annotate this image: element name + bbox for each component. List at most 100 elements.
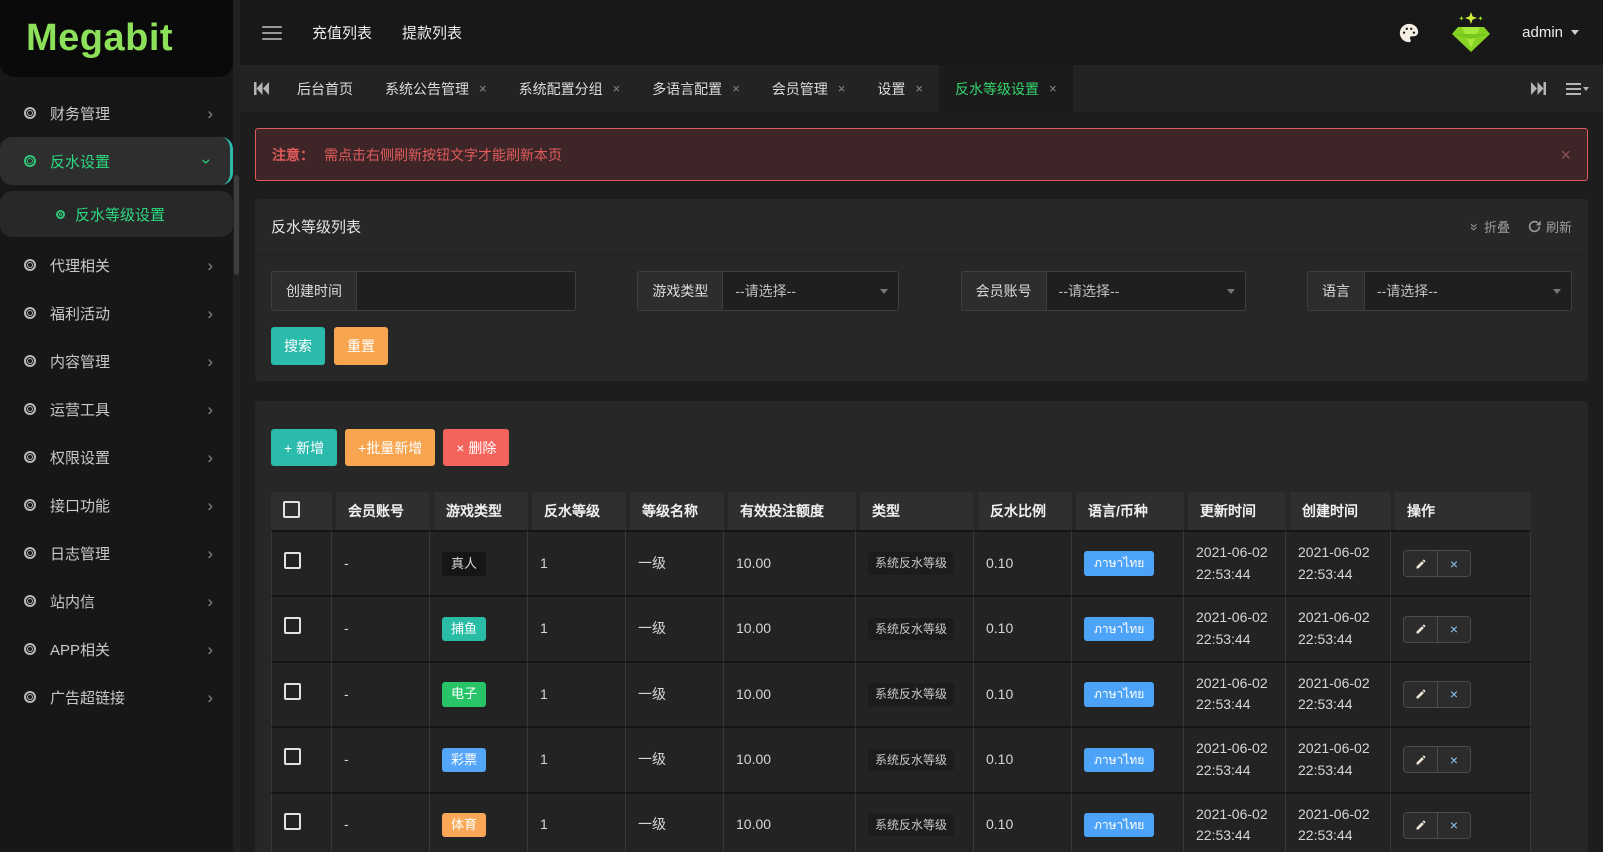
circle-icon [24, 643, 36, 655]
row-checkbox[interactable] [284, 747, 301, 765]
member-account-select[interactable]: --请选择-- [1046, 272, 1245, 310]
game-type-cell: 捕鱼 [430, 595, 528, 661]
tab-label: 系统公告管理 [385, 80, 469, 97]
sidebar-item[interactable]: 广告超链接 › [0, 673, 233, 721]
circle-icon [24, 259, 36, 271]
sidebar-item-label: 站内信 [50, 593, 96, 611]
game-type-group: 游戏类型 --请选择-- [637, 271, 900, 311]
row-checkbox[interactable] [284, 682, 301, 700]
sidebar-scrollbar[interactable] [233, 0, 240, 852]
collapse-icon: » [1467, 222, 1484, 231]
tab-close-icon[interactable]: × [915, 82, 923, 95]
row-checkbox[interactable] [284, 617, 301, 635]
edit-button[interactable] [1404, 681, 1437, 707]
game-type-select[interactable]: --请选择-- [723, 272, 899, 310]
skip-back-icon[interactable] [254, 82, 269, 95]
main-column: 充值列表 提款列表 admin 后台首页 系统公告管理 × 系统配置分组 × 多… [240, 0, 1603, 852]
edit-button[interactable] [1404, 812, 1437, 838]
sidebar-item-active[interactable]: 反水设置 › [0, 137, 233, 185]
created-time-input[interactable] [369, 282, 563, 300]
sidebar-subitem[interactable]: 反水等级设置 [0, 191, 233, 237]
refresh-button[interactable]: 刷新 [1528, 217, 1572, 236]
nav-link-recharge-list[interactable]: 充值列表 [312, 22, 372, 43]
tab-label: 多语言配置 [652, 80, 723, 97]
row-checkbox[interactable] [284, 813, 301, 831]
sidebar-item[interactable]: 代理相关 › [0, 241, 233, 289]
logo-text: Megabit [26, 17, 174, 59]
tab[interactable]: 多语言配置 × [636, 65, 756, 112]
edit-button[interactable] [1404, 616, 1437, 642]
select-all-checkbox[interactable] [283, 501, 300, 518]
reset-button[interactable]: 重置 [334, 327, 388, 365]
type-cell: 系统反水等级 [856, 726, 974, 792]
game-type-value: --请选择-- [735, 283, 796, 299]
sidebar-item-label: 财务管理 [50, 105, 111, 123]
sidebar-item[interactable]: 运营工具 › [0, 385, 233, 433]
type-cell: 系统反水等级 [856, 791, 974, 852]
rebate-ratio-cell: 0.10 [974, 660, 1072, 727]
logo[interactable]: Megabit [0, 0, 233, 77]
updated-at-cell: 2021-06-02 22:53:44 [1184, 791, 1286, 852]
sidebar-item[interactable]: 站内信 › [0, 577, 233, 625]
created-at-cell: 2021-06-02 22:53:44 [1286, 791, 1391, 852]
tab[interactable]: 系统公告管理 × [369, 65, 503, 112]
alert-close-icon[interactable]: × [1560, 146, 1571, 164]
scrollbar-thumb[interactable] [234, 175, 239, 275]
edit-button[interactable] [1404, 747, 1437, 773]
panel-title: 反水等级列表 [271, 219, 362, 236]
row-checkbox[interactable] [284, 551, 301, 569]
user-menu[interactable]: admin [1522, 24, 1579, 41]
sidebar-item[interactable]: 日志管理 › [0, 529, 233, 577]
row-delete-button[interactable]: × [1437, 681, 1470, 707]
pencil-icon [1416, 689, 1425, 699]
tab[interactable]: 设置 × [861, 65, 939, 112]
sidebar-item-label: 福利活动 [50, 305, 111, 323]
skip-forward-icon[interactable] [1531, 82, 1546, 95]
collapse-button[interactable]: » 折叠 [1467, 217, 1510, 236]
sidebar-item[interactable]: 内容管理 › [0, 337, 233, 385]
tab[interactable]: 系统配置分组 × [503, 65, 637, 112]
column-header: 有效投注额度 [724, 492, 856, 530]
row-delete-button[interactable]: × [1437, 551, 1470, 577]
tab-close-icon[interactable]: × [838, 82, 846, 95]
tab[interactable]: 反水等级设置 × [938, 65, 1073, 112]
sidebar-item[interactable]: 接口功能 › [0, 481, 233, 529]
row-delete-button[interactable]: × [1437, 812, 1470, 838]
tab[interactable]: 会员管理 × [756, 65, 862, 112]
add-button[interactable]: + 新增 [271, 429, 338, 466]
sidebar-item[interactable]: 福利活动 › [0, 289, 233, 337]
tabbar-right [1531, 65, 1589, 112]
chevron-down-icon: › [197, 158, 217, 164]
palette-icon[interactable] [1398, 22, 1420, 44]
tab-close-icon[interactable]: × [613, 82, 621, 95]
tab-close-icon[interactable]: × [732, 82, 740, 95]
tab-close-icon[interactable]: × [1049, 82, 1057, 95]
panel-tools: » 折叠 刷新 [1467, 217, 1572, 236]
sidebar-item[interactable]: 权限设置 › [0, 433, 233, 481]
nav-link-withdraw-list[interactable]: 提款列表 [402, 22, 462, 43]
search-button[interactable]: 搜索 [271, 327, 325, 365]
tab-menu-dropdown-icon[interactable] [1566, 82, 1589, 95]
row-delete-button[interactable]: × [1437, 747, 1470, 773]
sidebar-item[interactable]: 财务管理 › [0, 89, 233, 137]
edit-button[interactable] [1404, 551, 1437, 577]
operation-cell: × [1391, 660, 1531, 727]
sidebar-item[interactable]: APP相关 › [0, 625, 233, 673]
gem-avatar-icon[interactable] [1448, 11, 1494, 54]
tab-label: 系统配置分组 [518, 80, 603, 97]
hamburger-icon[interactable] [262, 25, 282, 40]
tab[interactable]: 后台首页 [281, 65, 369, 112]
column-header: 反水比例 [974, 492, 1072, 530]
pencil-icon [1416, 559, 1425, 569]
delete-button[interactable]: × 删除 [443, 429, 510, 466]
batch-add-button[interactable]: +批量新增 [345, 429, 436, 466]
tab-close-icon[interactable]: × [479, 82, 487, 95]
language-label: 语言 [1307, 272, 1365, 310]
row-delete-button[interactable]: × [1437, 616, 1470, 642]
operation-cell: × [1391, 595, 1531, 661]
refresh-label: 刷新 [1545, 220, 1572, 235]
language-badge: ภาษาไทย [1084, 616, 1155, 642]
language-select[interactable]: --请选择-- [1364, 272, 1571, 310]
rebate-level-cell: 1 [528, 726, 626, 792]
pencil-icon [1416, 820, 1425, 830]
